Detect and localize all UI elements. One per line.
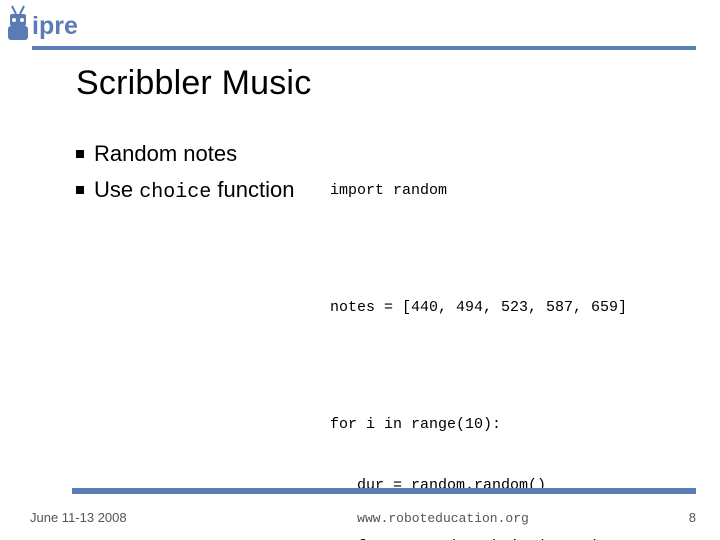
code-line: import random — [330, 181, 696, 201]
code-blank-line — [330, 241, 696, 257]
page-number: 8 — [656, 510, 696, 525]
slide-title: Scribbler Music — [76, 64, 311, 103]
bullet-text: Use choice function — [94, 176, 306, 206]
code-line: notes = [440, 494, 523, 587, 659] — [330, 298, 696, 318]
code-line: freq = random.choice(notes) — [330, 537, 696, 540]
logo-text: ipre — [32, 12, 78, 40]
bullet-square-icon — [76, 186, 84, 194]
bullet-text: Random notes — [94, 140, 306, 170]
code-line: for i in range(10): — [330, 415, 696, 435]
code-blank-line — [330, 359, 696, 375]
bullet-square-icon — [76, 150, 84, 158]
list-item: Use choice function — [76, 176, 306, 206]
slide: ipre Scribbler Music Random notes Use ch… — [0, 0, 720, 540]
bullet-list: Random notes Use choice function — [76, 140, 306, 540]
top-divider — [32, 46, 696, 50]
code-block: import random notes = [440, 494, 523, 58… — [330, 140, 696, 540]
footer-date: June 11-13 2008 — [30, 510, 230, 525]
bullet-mono: choice — [139, 181, 211, 204]
content-area: Random notes Use choice function import … — [76, 140, 696, 540]
list-item: Random notes — [76, 140, 306, 170]
bottom-divider — [72, 488, 696, 494]
footer: June 11-13 2008 www.roboteducation.org 8 — [30, 510, 696, 526]
bullet-pre: Random notes — [94, 141, 237, 166]
robot-icon: ipre — [6, 4, 96, 44]
bullet-pre: Use — [94, 177, 139, 202]
ipre-logo: ipre — [6, 4, 96, 44]
footer-url: www.roboteducation.org — [230, 511, 656, 526]
bullet-post: function — [211, 177, 294, 202]
